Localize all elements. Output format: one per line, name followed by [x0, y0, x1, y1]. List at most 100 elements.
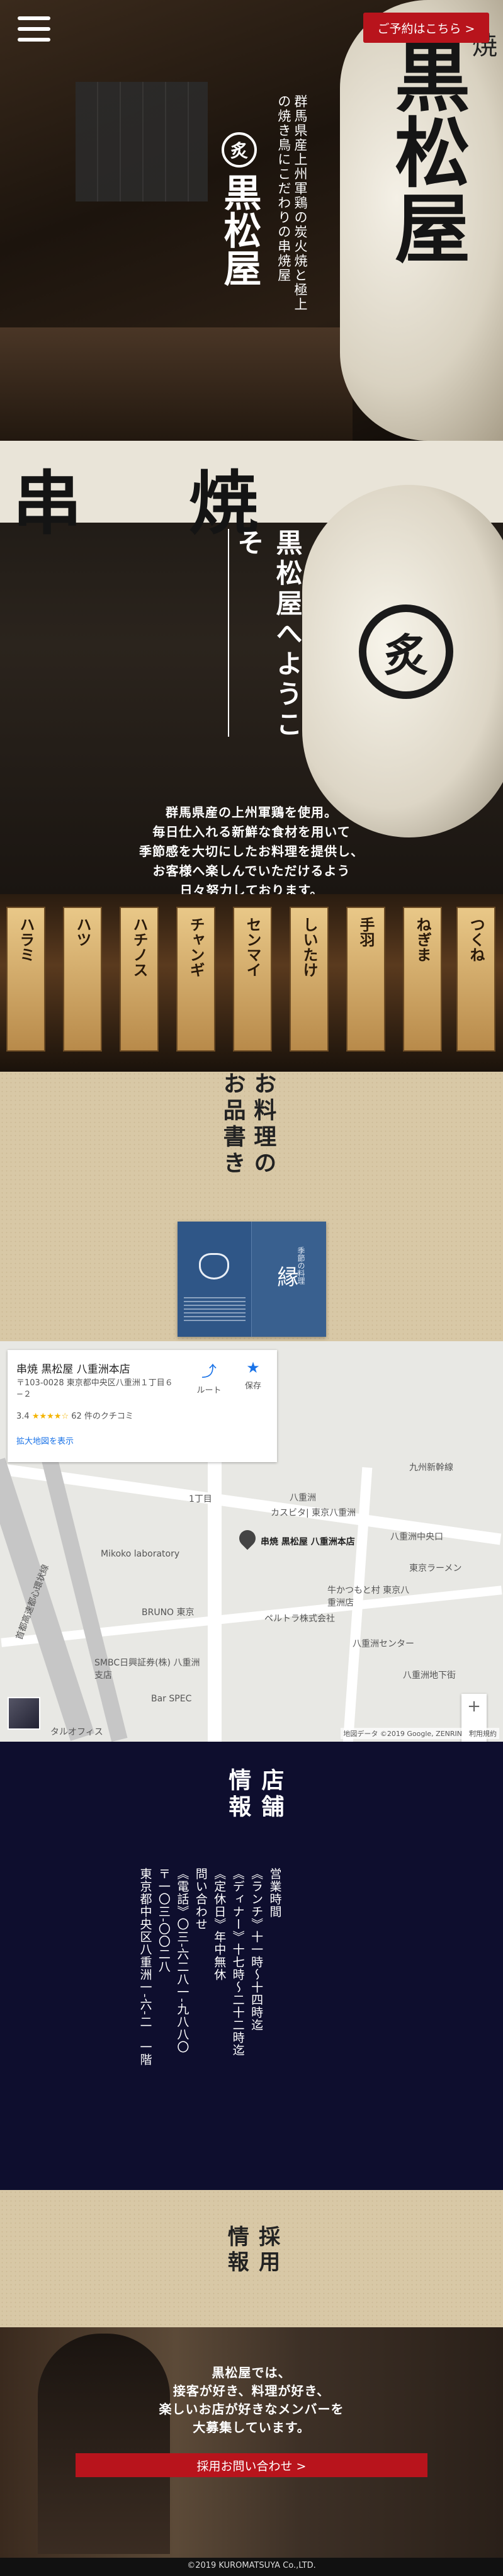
menu-plank: ハラミ [6, 907, 45, 1052]
enlarge-map-link[interactable]: 拡大地図を表示 [16, 1434, 74, 1446]
map-label: 八重洲センター [353, 1639, 414, 1649]
menu-card-logo-icon [199, 1253, 229, 1279]
menu-plank: センマイ [233, 907, 272, 1052]
logo-name: 黒松屋 [217, 173, 261, 287]
map-label: 八重洲中央口 [390, 1532, 443, 1542]
route-label: ルート [196, 1386, 222, 1395]
counter-shelf [0, 327, 353, 441]
menu-booklet-link[interactable]: 季節の料理 縁 [178, 1222, 326, 1337]
copyright: ©2019 KUROMATSUYA Co.,LTD. [187, 2561, 316, 2570]
map-label: ペルトラ株式会社 [264, 1614, 335, 1624]
info-details: 営業時間 《ランチ》十一時〜十四時迄 《ディナー》十七時〜二十二時迄 《定休日》… [135, 1868, 284, 2132]
info-line: 〒一〇三‐〇〇二八 [156, 1868, 171, 1973]
route-icon: ⤴ [201, 1363, 217, 1380]
welcome-line: お客様へ楽しんでいただけるよう [152, 863, 351, 878]
map-pin-label: 串焼 黒松屋 八重洲本店 [261, 1537, 355, 1547]
info-line: 《ランチ》十一時〜十四時迄 [249, 1868, 264, 2031]
map-place-panel: 串焼 黒松屋 八重洲本店 〒103-0028 東京都中央区八重洲１丁目６−２ 3… [8, 1350, 277, 1462]
map-pin-icon[interactable] [235, 1526, 259, 1552]
plank-label: センマイ [244, 917, 262, 977]
save-label: 保存 [244, 1382, 261, 1391]
menu-section: お料理のお品書き 季節の料理 縁 [0, 1072, 503, 1341]
recruit-line: 黒松屋では、 [212, 2365, 291, 2380]
noren-curtain [76, 82, 208, 201]
recruit-section: 黒松屋では、 接客が好き、料理が好き、 楽しいお店が好きなメンバーを 大募集して… [0, 2327, 503, 2558]
welcome-title: 黒松屋へようこそ [234, 529, 303, 740]
info-line: 《定休日》年中無休 [212, 1868, 227, 1981]
lantern-crest-icon: 炙 [359, 604, 453, 699]
plank-label: ハラミ [17, 917, 35, 962]
route-button[interactable]: ⤴ ルート [187, 1359, 231, 1395]
map-label: 八重洲 [290, 1493, 316, 1503]
map-attribution[interactable]: 地図データ ©2019 Google, ZENRIN 利用規約 [341, 1728, 499, 1739]
recruit-line: 楽しいお店が好きなメンバーを [159, 2402, 344, 2417]
menu-plank: しいたけ [290, 907, 329, 1052]
menu-card-cover: 季節の料理 縁 [252, 1222, 326, 1337]
banner-char: 串 [13, 463, 82, 544]
recruit-line: 大募集しています。 [193, 2420, 310, 2435]
menu-plank: ハチノス [120, 907, 159, 1052]
welcome-line: 群馬県産の上州軍鶏を使用。 [166, 805, 337, 820]
reserve-button[interactable]: ご予約はこちら > [363, 13, 489, 43]
map-label: BRUNO 東京 [142, 1608, 195, 1618]
satellite-toggle[interactable] [8, 1697, 40, 1730]
menu-card-label: 縁 [273, 1266, 298, 1287]
map-label: 1丁目 [189, 1494, 212, 1504]
info-line: 営業時間 [268, 1868, 282, 1918]
menu-plank: ねぎま [403, 907, 442, 1052]
recruit-text: 黒松屋では、 接客が好き、料理が好き、 楽しいお店が好きなメンバーを 大募集して… [0, 2364, 503, 2437]
welcome-section: 串 焼 炙 黒松屋へようこそ 群馬県産の上州軍鶏を使用。 毎日仕入れる新鮮な食材… [0, 441, 503, 894]
map-label: 九州新幹線 [409, 1463, 453, 1473]
welcome-lantern: 炙 [302, 485, 503, 837]
map-label: SMBC日興証券(株) 八重洲支店 [94, 1658, 200, 1681]
menu-plank: 手羽 [346, 907, 385, 1052]
info-line: 《ディナー》十七時〜二十二時迄 [230, 1868, 245, 2057]
footer: ©2019 KUROMATSUYA Co.,LTD. [0, 2558, 503, 2576]
plank-label: ハツ [74, 917, 92, 947]
map-label: タルオフィス [50, 1727, 103, 1737]
map-label: 牛かつもと村 東京八重洲店 [327, 1586, 410, 1608]
review-count-link[interactable]: 62 件のクチコミ [71, 1412, 133, 1421]
logo: 群馬県産上州軍鶏の炭火焼と極上の焼き鳥にこだわりの串焼屋 炙 黒松屋 [208, 88, 308, 315]
map-rating: 3.4 ★★★★☆ 62 件のクチコミ [16, 1409, 133, 1421]
store-info-section: 店舗情報 営業時間 《ランチ》十一時〜十四時迄 《ディナー》十七時〜二十二時迄 … [0, 1742, 503, 2190]
recruit-inquiry-button[interactable]: 採用お問い合わせ > [76, 2453, 427, 2477]
menu-hamburger-icon[interactable] [18, 16, 50, 42]
google-map[interactable]: 九州新幹線 1丁目 八重洲中央口 カスビタ| 東京八重洲 八重洲 首都高速都心環… [0, 1341, 503, 1742]
hero-tagline: 群馬県産上州軍鶏の炭火焼と極上の焼き鳥にこだわりの串焼屋 [276, 94, 308, 312]
plank-label: しいたけ [300, 917, 319, 977]
welcome-line: 毎日仕入れる新鮮な食材を用いて [152, 824, 351, 839]
plank-label: つくね [467, 917, 485, 962]
menu-plank: チャンギ [176, 907, 215, 1052]
hero-section: 黒松屋 焼 ご予約はこちら > 群馬県産上州軍鶏の炭火焼と極上の焼き鳥にこだわり… [0, 0, 503, 441]
plank-label: チャンギ [187, 917, 205, 977]
hero-lantern: 黒松屋 焼 [340, 0, 503, 441]
lantern-text: 黒松屋 [381, 38, 470, 264]
menu-plank: つくね [456, 907, 495, 1052]
map-label: Mikoko laboratory [101, 1549, 180, 1559]
rating-value: 3.4 [16, 1412, 30, 1421]
rating-stars-icon: ★★★★☆ [31, 1412, 69, 1421]
zoom-in-button[interactable]: + [461, 1694, 487, 1719]
map-label: カスビタ| 東京八重洲 [271, 1508, 356, 1518]
map-place-address: 〒103-0028 東京都中央区八重洲１丁目６−２ [16, 1378, 173, 1400]
recruit-title: 採用情報 [223, 2225, 280, 2276]
map-label: Bar SPEC [151, 1694, 192, 1704]
welcome-text: 群馬県産の上州軍鶏を使用。 毎日仕入れる新鮮な食材を用いて 季節感を大切にしたお… [0, 803, 503, 894]
title-rule [228, 529, 229, 737]
logo-mark-icon: 炙 [222, 132, 257, 167]
map-place-name: 串焼 黒松屋 八重洲本店 [16, 1363, 130, 1376]
info-line: 東京都中央区八重洲一‐六‐二 一階 [138, 1868, 152, 2066]
plank-label: ねぎま [414, 917, 432, 962]
menu-title: お料理のお品書き [219, 1072, 277, 1177]
info-line: 問い合わせ [193, 1868, 208, 1931]
map-label: 八重洲地下街 [403, 1671, 456, 1681]
save-button[interactable]: ★ 保存 [231, 1359, 275, 1391]
welcome-line: 日々努力しております。 [179, 883, 324, 894]
info-title: 店舗情報 [225, 1768, 285, 1821]
recruit-header: 採用情報 [0, 2190, 503, 2327]
recruit-line: 接客が好き、料理が好き、 [172, 2383, 331, 2398]
info-phone[interactable]: 《電話》〇三‐六二八一‐九八八〇 [172, 1868, 191, 2132]
plank-label: ハチノス [130, 917, 149, 977]
plank-label: 手羽 [357, 917, 375, 947]
